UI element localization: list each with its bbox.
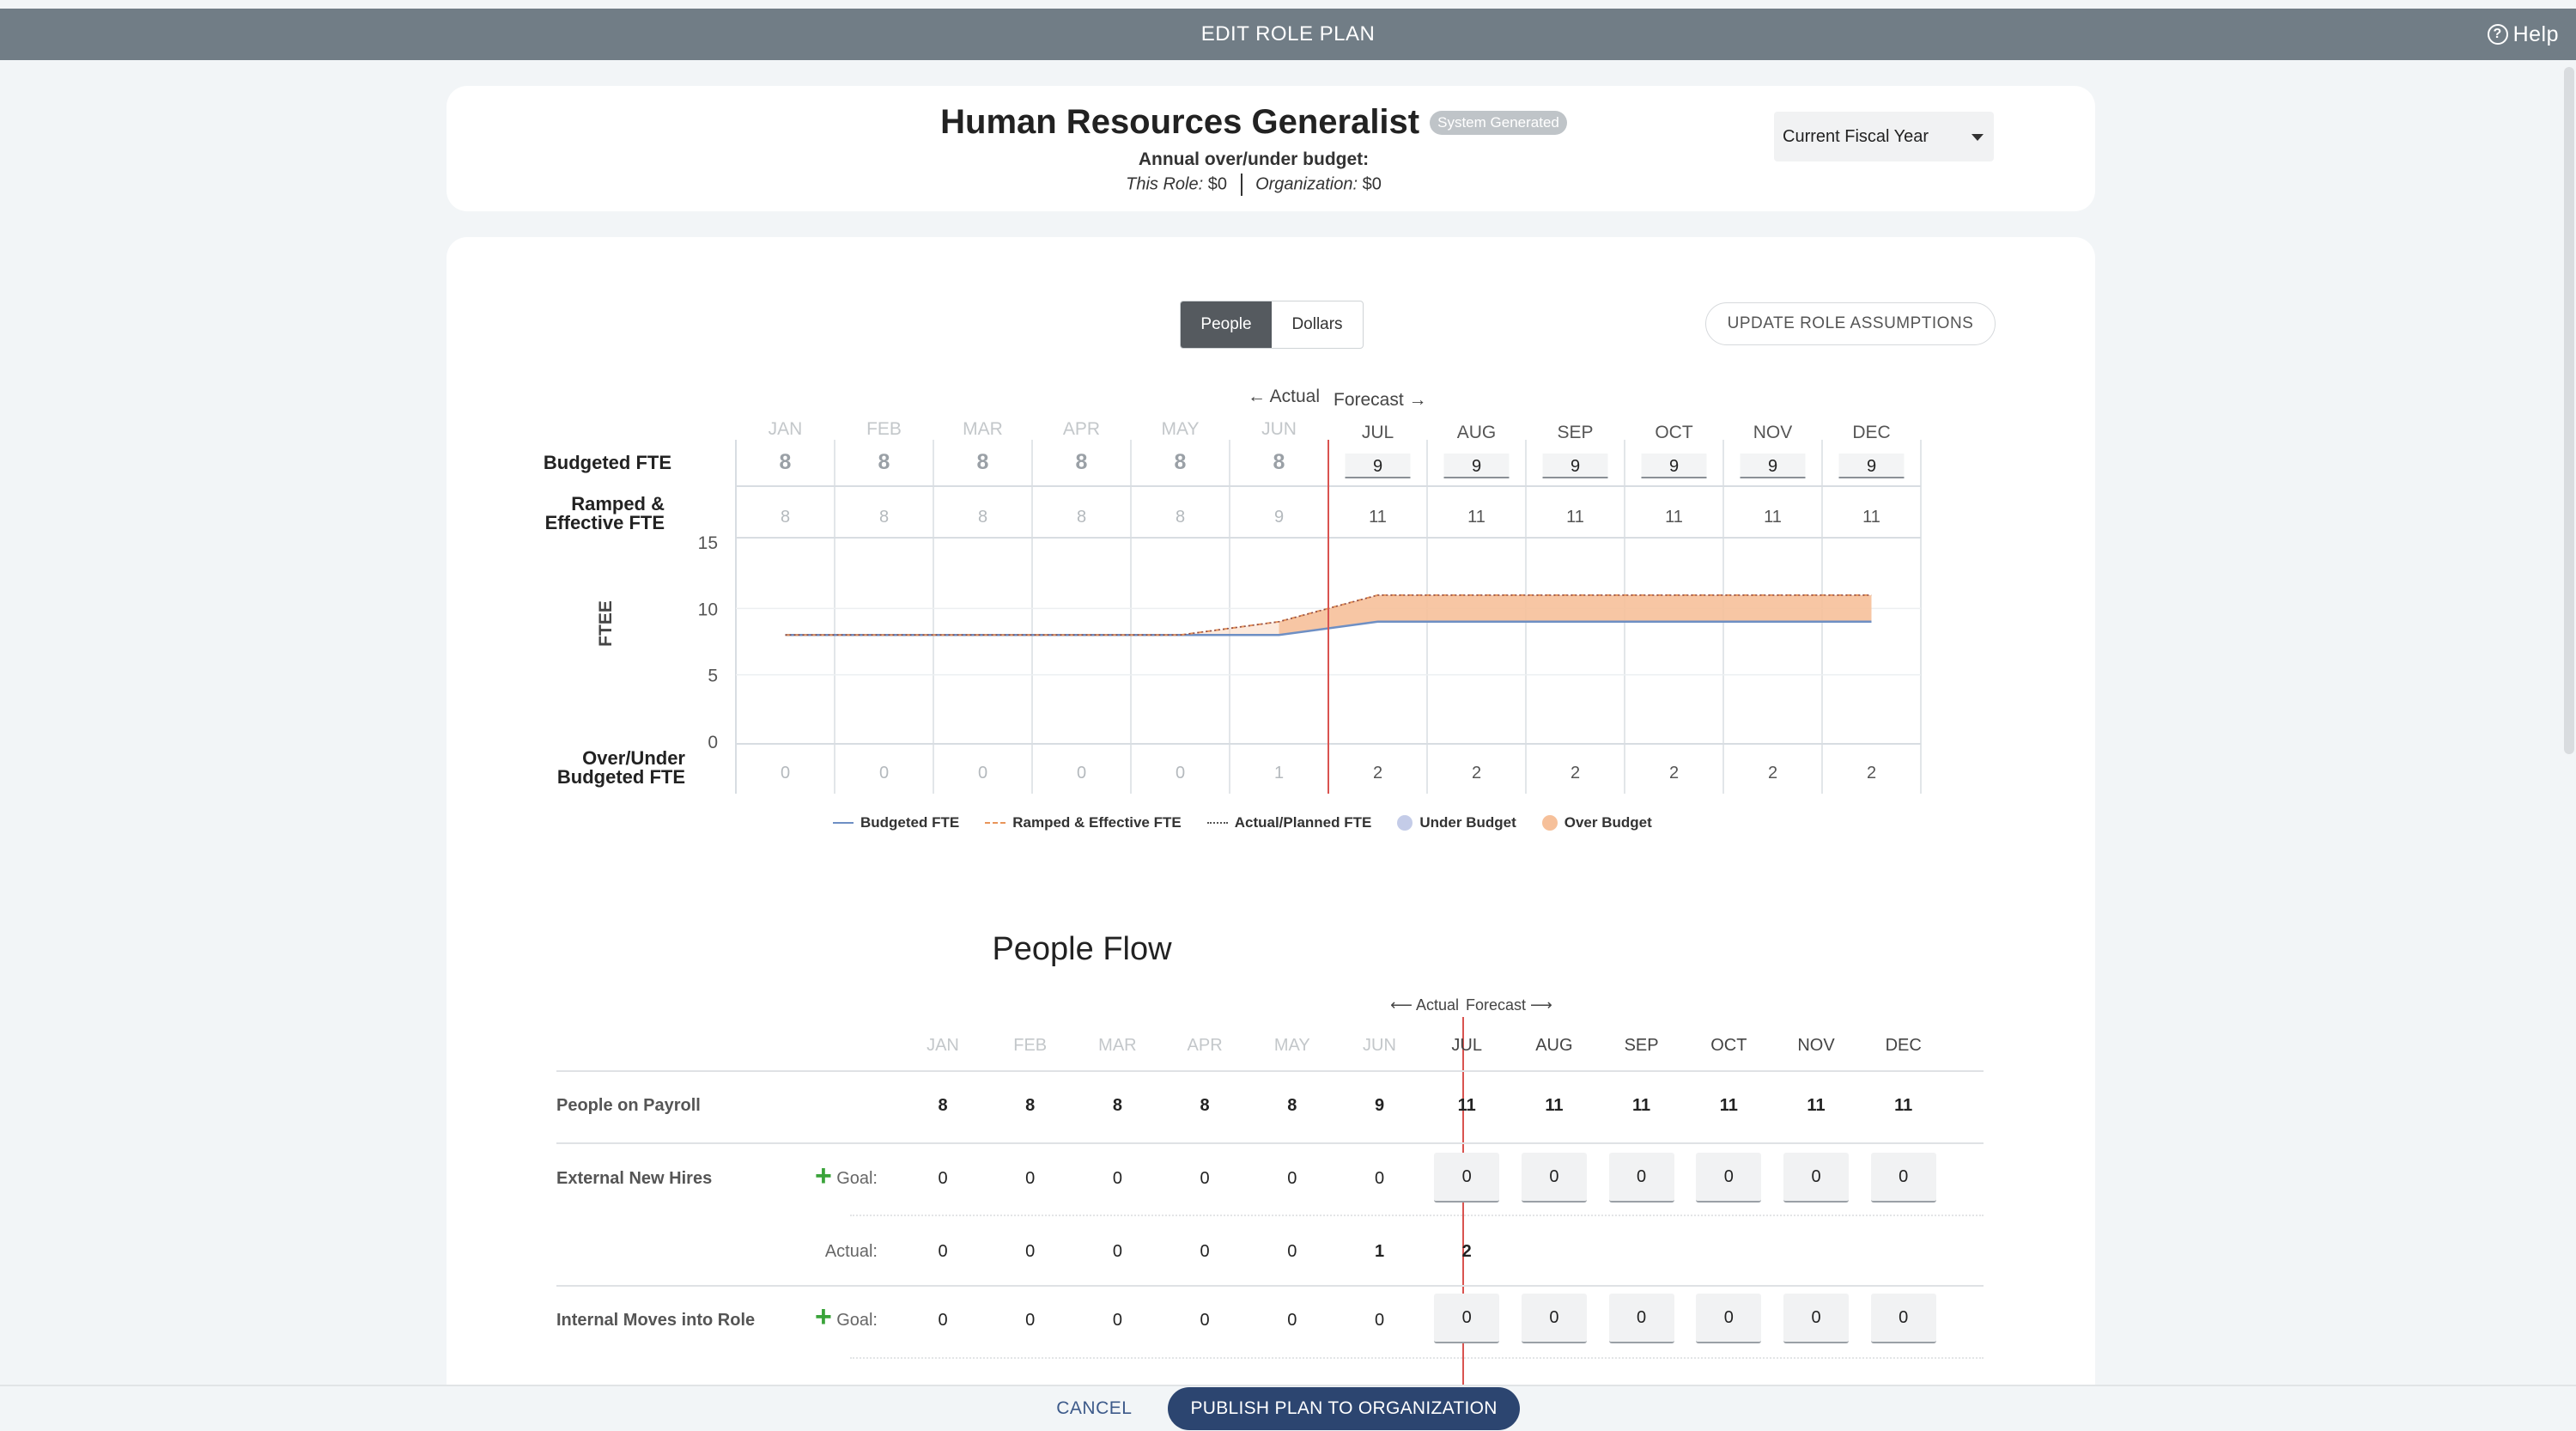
external-actual-value: 2 [1461, 1242, 1472, 1261]
row-divider [556, 1285, 1984, 1287]
month-header: MAR [1098, 1036, 1137, 1055]
external-goal-value: 0 [938, 1169, 948, 1188]
external-goal-input[interactable]: 0 [1608, 1153, 1674, 1203]
month-header: JUL [1451, 1036, 1482, 1055]
goal-label: Goal: [836, 1311, 878, 1330]
payroll-value: 8 [1287, 1096, 1297, 1115]
this-role-value: $0 [1207, 174, 1227, 194]
help-button[interactable]: ? Help [2487, 9, 2559, 60]
actual-forecast-divider [1462, 1017, 1464, 1431]
external-goal-input[interactable]: 0 [1521, 1153, 1587, 1203]
internal-goal-input[interactable]: 0 [1696, 1294, 1762, 1343]
month-header: SEP [1624, 1036, 1659, 1055]
internal-goal-value: 0 [1025, 1311, 1036, 1330]
internal-goal-input[interactable]: 0 [1870, 1294, 1936, 1343]
internal-goal-value: 0 [1200, 1311, 1210, 1330]
payroll-value: 11 [1719, 1096, 1738, 1115]
row-divider [850, 1357, 1984, 1359]
month-header: FEB [1013, 1036, 1048, 1055]
page-title: EDIT ROLE PLAN [1200, 22, 1376, 46]
payroll-value: 8 [1200, 1096, 1210, 1115]
external-actual-value: 0 [1112, 1242, 1122, 1261]
bottom-action-bar: CANCEL PUBLISH PLAN TO ORGANIZATION [0, 1385, 2576, 1431]
fiscal-year-select[interactable]: Current Fiscal Year [1774, 112, 1994, 161]
payroll-value: 11 [1545, 1096, 1564, 1115]
budget-values: This Role: $0 Organization: $0 [447, 174, 2095, 196]
scrollbar[interactable] [2564, 67, 2574, 754]
row-divider [850, 1215, 1984, 1216]
help-label: Help [2512, 21, 2559, 46]
payroll-value: 11 [1457, 1096, 1476, 1115]
internal-goal-input[interactable]: 0 [1521, 1294, 1587, 1343]
external-goal-value: 0 [1287, 1169, 1297, 1188]
internal-goal-input[interactable]: 0 [1434, 1294, 1500, 1343]
role-header-card: Human Resources Generalist System Genera… [447, 86, 2095, 211]
external-goal-input[interactable]: 0 [1696, 1153, 1762, 1203]
external-goal-input[interactable]: 0 [1434, 1153, 1500, 1203]
row-divider [556, 1070, 1984, 1072]
people-flow-table: ⟵ Actual Forecast ⟶ JAN FEB MAR APR MAY JUN JUL A… [447, 237, 2095, 1431]
external-goal-value: 0 [1112, 1169, 1122, 1188]
month-header: NOV [1797, 1036, 1835, 1055]
internal-goal-value: 0 [938, 1311, 948, 1330]
internal-goal-value: 0 [1287, 1311, 1297, 1330]
external-goal-value: 0 [1025, 1169, 1036, 1188]
top-bar: EDIT ROLE PLAN ? Help [0, 9, 2576, 60]
payroll-value: 11 [1894, 1096, 1913, 1115]
external-actual-value: 0 [1025, 1242, 1036, 1261]
actual-arrow-label: ⟵ Actual [1390, 996, 1459, 1014]
payroll-value: 11 [1632, 1096, 1651, 1115]
cancel-button[interactable]: CANCEL [1056, 1398, 1132, 1419]
payroll-value: 8 [938, 1096, 948, 1115]
internal-goal-input[interactable]: 0 [1783, 1294, 1849, 1343]
month-header: DEC [1885, 1036, 1922, 1055]
external-goal-value: 0 [1200, 1169, 1210, 1188]
external-actual-value: 0 [1287, 1242, 1297, 1261]
plan-card: People Dollars UPDATE ROLE ASSUMPTIONS 0… [447, 237, 2095, 1431]
month-header: JAN [927, 1036, 959, 1055]
month-header: JUN [1363, 1036, 1396, 1055]
goal-label: Goal: [836, 1169, 878, 1188]
row-label-internal-moves: Internal Moves into Role [556, 1311, 756, 1330]
month-header: OCT [1710, 1036, 1747, 1055]
row-divider [556, 1142, 1984, 1144]
internal-goal-value: 0 [1112, 1311, 1122, 1330]
payroll-value: 11 [1807, 1096, 1826, 1115]
payroll-value: 8 [1112, 1096, 1122, 1115]
internal-goal-value: 0 [1374, 1311, 1385, 1330]
external-actual-value: 1 [1374, 1242, 1385, 1261]
external-goal-input[interactable]: 0 [1870, 1153, 1936, 1203]
actual-label: Actual: [824, 1242, 878, 1261]
external-goal-input[interactable]: 0 [1783, 1153, 1849, 1203]
help-icon: ? [2487, 24, 2508, 45]
publish-plan-button[interactable]: PUBLISH PLAN TO ORGANIZATION [1168, 1387, 1520, 1430]
divider [1240, 174, 1242, 196]
system-generated-badge: System Generated [1430, 110, 1567, 135]
external-actual-value: 0 [1200, 1242, 1210, 1261]
payroll-value: 8 [1025, 1096, 1036, 1115]
organization-label: Organization: [1255, 174, 1358, 194]
forecast-arrow-label: Forecast ⟶ [1466, 996, 1552, 1014]
external-goal-value: 0 [1374, 1169, 1385, 1188]
month-header: APR [1187, 1036, 1223, 1055]
external-actual-value: 0 [938, 1242, 948, 1261]
month-header: MAY [1273, 1036, 1310, 1055]
row-label-people-on-payroll: People on Payroll [556, 1096, 701, 1115]
chevron-down-icon [1971, 134, 1984, 141]
payroll-value: 9 [1374, 1096, 1385, 1115]
role-title: Human Resources Generalist [940, 103, 1420, 141]
internal-goal-input[interactable]: 0 [1608, 1294, 1674, 1343]
this-role-label: This Role: [1126, 174, 1204, 194]
row-label-external-new-hires: External New Hires [556, 1169, 713, 1188]
fiscal-year-value: Current Fiscal Year [1783, 126, 1929, 146]
month-header: AUG [1535, 1036, 1573, 1055]
organization-value: $0 [1362, 174, 1382, 194]
